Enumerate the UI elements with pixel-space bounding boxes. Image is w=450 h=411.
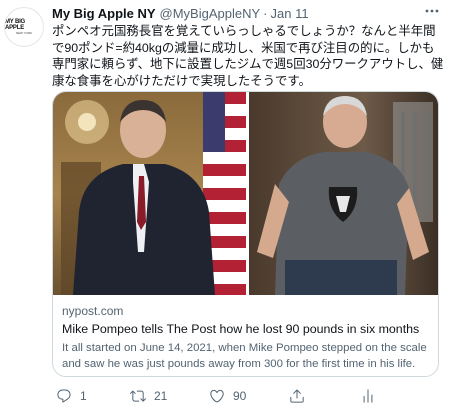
tweet-actions: 1 21 90 (52, 387, 444, 405)
link-card-description: It all started on June 14, 2021, when Mi… (62, 342, 427, 370)
like-button[interactable]: 90 (209, 387, 246, 405)
retweet-count: 21 (154, 389, 168, 403)
tweet-text: ポンペオ元国務長官を覚えていらっしゃるでしょうか？なんと半年間で90ポンド=約4… (52, 24, 444, 88)
link-card[interactable]: nypost.com Mike Pompeo tells The Post ho… (52, 91, 439, 377)
tweet-header: My Big Apple NY @MyBigAppleNY · Jan 11 (52, 4, 309, 22)
retweet-icon (130, 390, 146, 402)
analytics-button[interactable] (360, 387, 376, 405)
heart-icon (210, 389, 224, 403)
share-icon (290, 389, 304, 403)
author-handle[interactable]: @MyBigAppleNY (160, 6, 261, 21)
analytics-icon (363, 389, 373, 403)
retweet-button[interactable]: 21 (130, 387, 167, 405)
like-count: 90 (233, 389, 247, 403)
tweet[interactable]: MY BIG APPLE NEW YORK My Big Apple NY @M… (0, 0, 450, 411)
avatar-logo-subtext: NEW YORK (15, 31, 33, 35)
reply-button[interactable]: 1 (56, 387, 87, 405)
avatar-logo-text: MY BIG APPLE (5, 19, 26, 31)
link-card-title[interactable]: Mike Pompeo tells The Post how he lost 9… (62, 322, 419, 336)
header-separator: · (263, 5, 268, 21)
link-card-domain: nypost.com (62, 304, 124, 318)
share-button[interactable] (289, 387, 305, 405)
more-dots-glyph (425, 9, 439, 13)
link-card-image (53, 92, 438, 295)
author-name[interactable]: My Big Apple NY (52, 6, 156, 21)
more-dots-icon[interactable] (422, 3, 442, 19)
author-avatar[interactable]: MY BIG APPLE NEW YORK (4, 7, 44, 47)
tweet-date[interactable]: Jan 11 (271, 6, 309, 21)
reply-icon (57, 389, 71, 403)
reply-count: 1 (80, 389, 87, 403)
